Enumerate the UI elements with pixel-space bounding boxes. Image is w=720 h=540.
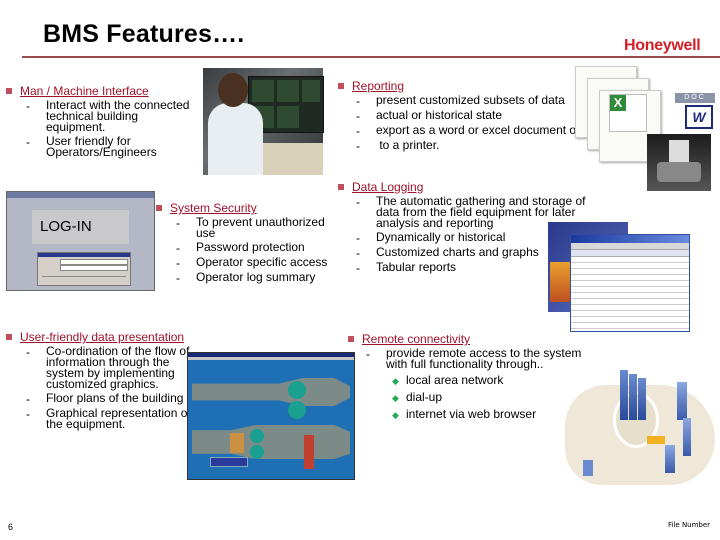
- section-presentation: User-friendly data presentation - Co-ordi…: [6, 331, 196, 430]
- section-remote: Remote connectivity - provide remote acce…: [348, 333, 588, 421]
- section-heading: Man / Machine Interface: [20, 84, 149, 98]
- section-heading: User-friendly data presentation: [20, 330, 185, 344]
- sub-list-item: ◆ dial-up: [392, 390, 443, 404]
- desk: [263, 143, 323, 175]
- list-item: - Floor plans of the building: [26, 391, 184, 406]
- remote-network-illustration: [565, 370, 715, 488]
- hvac-graphic-screenshot: [187, 352, 355, 480]
- list-item: - present customized subsets of data: [356, 93, 565, 108]
- list-item: - Interact with the connected technical b…: [26, 98, 190, 134]
- bullet-icon: [156, 205, 162, 211]
- list-item: - To prevent unauthorized use: [176, 215, 325, 240]
- section-heading: Reporting: [352, 79, 405, 93]
- bullet-icon: [348, 336, 354, 342]
- file-number: File Number: [668, 521, 711, 529]
- bullet-icon: [338, 83, 344, 89]
- list-item: - User friendly for Operators/Engineers: [26, 134, 157, 159]
- diamond-bullet-icon: ◆: [392, 376, 399, 386]
- list-item: - Co-ordination of the flow of informatio…: [26, 344, 190, 391]
- page-title: BMS Features….: [43, 20, 245, 48]
- sub-list-item: ◆ internet via web browser: [392, 407, 537, 421]
- list-item: - provide remote access to the system wit…: [366, 346, 582, 371]
- section-heading: Data Logging: [352, 180, 424, 194]
- list-item: - actual or historical state: [356, 108, 503, 123]
- report-export-image: X DOC W: [575, 66, 720, 191]
- section-mmi: Man / Machine Interface - Interact with t…: [6, 85, 196, 158]
- bullet-icon: [338, 184, 344, 190]
- excel-icon: X: [609, 94, 647, 132]
- bullet-icon: [6, 88, 12, 94]
- sub-list-item: ◆ local area network: [392, 373, 504, 387]
- operator-head: [218, 73, 248, 107]
- operator-photo: [203, 68, 324, 175]
- list-item: - Operator log summary: [176, 270, 316, 285]
- section-heading: System Security: [170, 201, 257, 215]
- bullet-icon: [6, 334, 12, 340]
- login-screenshot: LOG-IN: [6, 191, 155, 291]
- report-window: [570, 234, 690, 332]
- list-item: - Operator specific access: [176, 255, 328, 270]
- operator-shirt: [208, 103, 263, 175]
- title-divider: [22, 56, 720, 58]
- page-number: 6: [8, 522, 14, 532]
- honeywell-logo: Honeywell: [624, 37, 701, 54]
- section-reporting: Reporting - present customized subsets of…: [338, 80, 578, 152]
- section-security: System Security - To prevent unauthorized…: [156, 202, 346, 284]
- data-logging-screenshot: [548, 222, 690, 332]
- section-heading: Remote connectivity: [362, 332, 471, 346]
- list-item: - Password protection: [176, 240, 305, 255]
- list-item: - export as a word or excel document o: [356, 123, 577, 138]
- list-item: - to a printer.: [356, 138, 440, 153]
- diamond-bullet-icon: ◆: [392, 393, 399, 403]
- login-dialog: [37, 252, 131, 286]
- diamond-bullet-icon: ◆: [392, 410, 399, 420]
- word-icon: DOC W: [675, 93, 715, 129]
- printer-photo: [647, 134, 711, 191]
- list-item: - Graphical representation of the equipme…: [26, 406, 191, 431]
- login-label: LOG-IN: [32, 210, 129, 244]
